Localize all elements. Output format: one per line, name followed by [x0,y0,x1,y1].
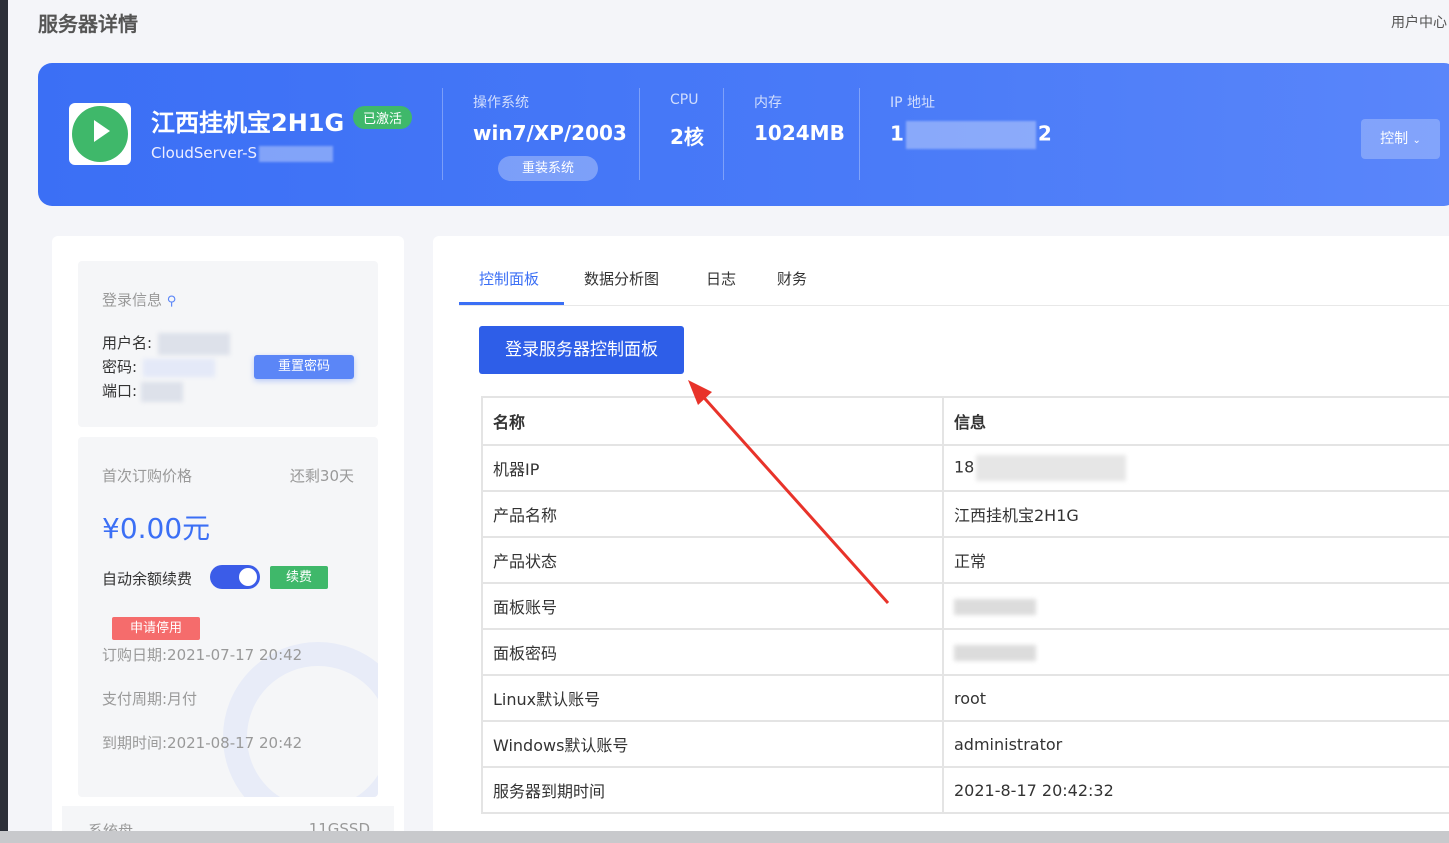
horizontal-scrollbar[interactable] [0,831,1449,843]
annotation-arrow-icon [688,380,890,605]
